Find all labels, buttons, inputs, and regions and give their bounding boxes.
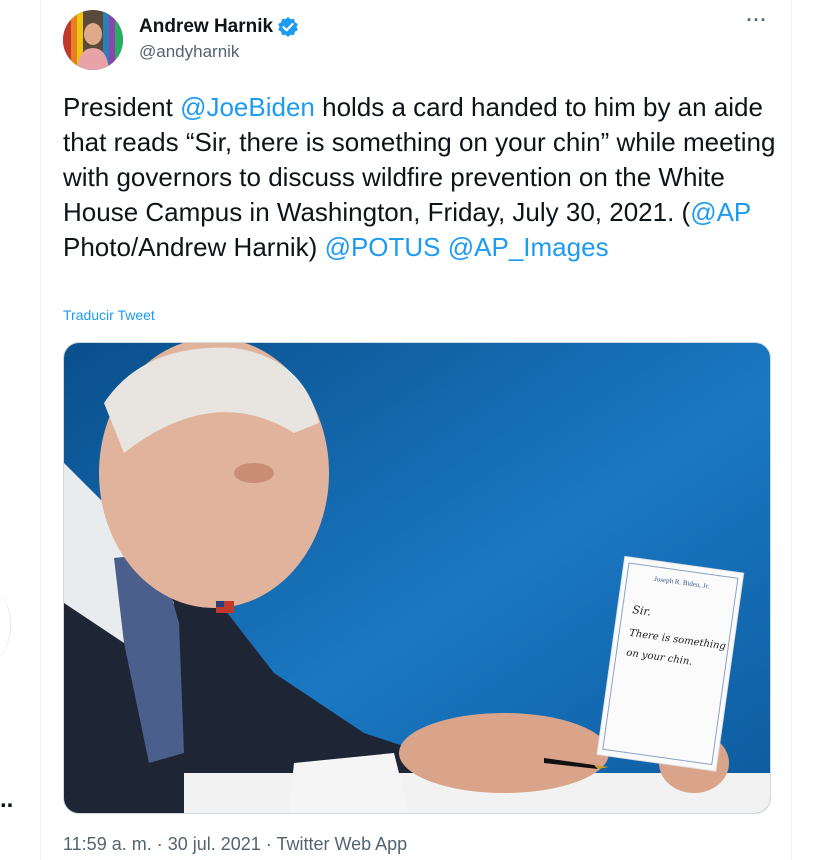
- mention-link[interactable]: @AP: [690, 197, 751, 227]
- tweet-photo[interactable]: Joseph R. Biden, Jr. Sir. There is somet…: [63, 342, 771, 814]
- left-edge-column: ..: [0, 0, 40, 860]
- verified-badge-icon: [277, 16, 299, 38]
- tweet-text-segment: [441, 232, 448, 262]
- tweet-text-segment: Photo/Andrew Harnik): [63, 232, 325, 262]
- photo-image: Joseph R. Biden, Jr. Sir. There is somet…: [64, 343, 770, 813]
- avatar-image: [63, 10, 123, 70]
- mention-link[interactable]: @JoeBiden: [180, 92, 315, 122]
- tweet-meta: 11:59 a. m. · 30 jul. 2021 · Twitter Web…: [63, 834, 407, 855]
- avatar[interactable]: [63, 10, 123, 70]
- meta-separator: ·: [260, 834, 277, 854]
- translate-tweet-link[interactable]: Traducir Tweet: [63, 307, 155, 323]
- mention-link[interactable]: @POTUS: [325, 232, 441, 262]
- tweet-text-segment: President: [63, 92, 181, 122]
- tweet-text: President @JoeBiden holds a card handed …: [63, 90, 783, 265]
- tweet-date[interactable]: 30 jul. 2021: [168, 834, 261, 854]
- tweet-source[interactable]: Twitter Web App: [276, 834, 407, 854]
- card-line-1: Sir.: [632, 603, 652, 618]
- left-edge-ellipsis: ..: [0, 786, 14, 813]
- meta-separator: ·: [151, 834, 168, 854]
- tweet-card: Andrew Harnik @andyharnik ··· President …: [40, 0, 792, 860]
- left-edge-divider: [0, 590, 11, 660]
- author-display-name[interactable]: Andrew Harnik: [139, 16, 273, 38]
- tweet-time[interactable]: 11:59 a. m.: [63, 834, 152, 854]
- author-handle[interactable]: @andyharnik: [139, 42, 239, 62]
- more-options-icon[interactable]: ···: [745, 11, 769, 34]
- author-name-row[interactable]: Andrew Harnik: [139, 16, 299, 38]
- mention-link[interactable]: @AP_Images: [448, 232, 609, 262]
